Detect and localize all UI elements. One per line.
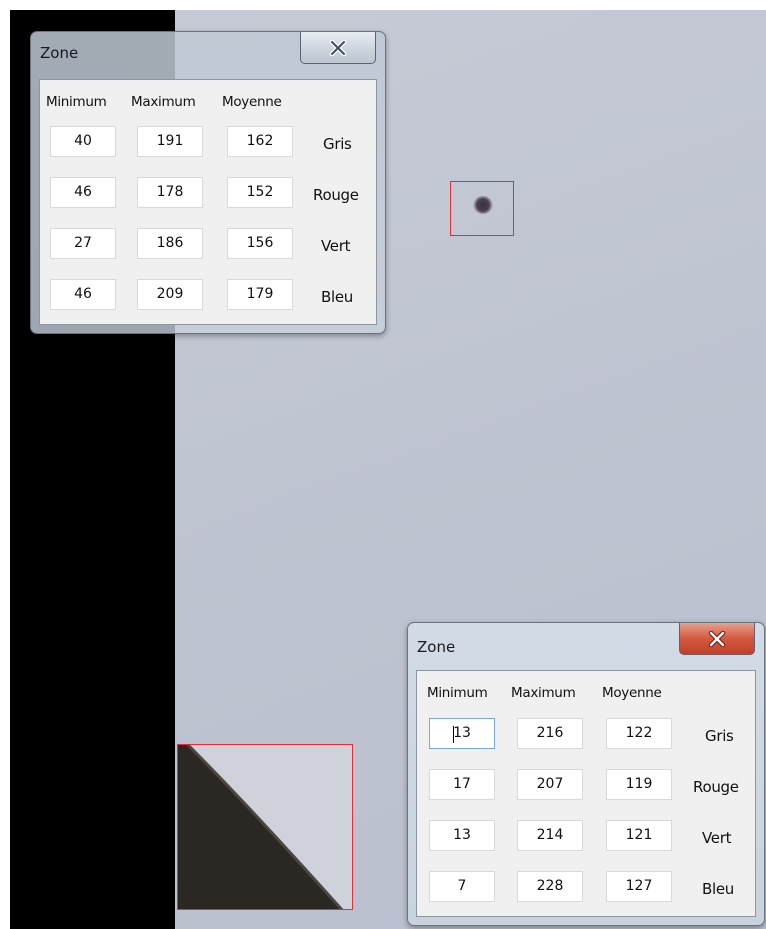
close-button[interactable] xyxy=(679,623,755,655)
max-field-bleu[interactable]: 228 xyxy=(517,871,583,902)
close-button[interactable] xyxy=(300,32,376,64)
header-minimum: Minimum xyxy=(427,685,488,701)
stats-panel: Minimum Maximum Moyenne 40 191 162 Gris … xyxy=(39,79,377,325)
max-field-gris[interactable]: 191 xyxy=(137,126,203,157)
min-field-gris[interactable]: 40 xyxy=(50,126,116,157)
max-field-rouge[interactable]: 178 xyxy=(137,177,203,208)
row-label-vert: Vert xyxy=(702,829,732,847)
avg-field-gris[interactable]: 122 xyxy=(606,718,672,749)
avg-field-bleu[interactable]: 179 xyxy=(227,279,293,310)
min-field-bleu[interactable]: 46 xyxy=(50,279,116,310)
zone-window-1[interactable]: Zone Minimum Maximum Moyenne 40 191 162 … xyxy=(30,31,386,334)
header-maximum: Maximum xyxy=(511,685,576,701)
row-label-bleu: Bleu xyxy=(702,880,734,898)
title-bar[interactable]: Zone xyxy=(408,623,764,667)
window-title: Zone xyxy=(417,638,456,656)
avg-field-bleu[interactable]: 127 xyxy=(606,871,672,902)
avg-field-rouge[interactable]: 119 xyxy=(606,769,672,800)
window-title: Zone xyxy=(40,44,79,62)
avg-field-vert[interactable]: 156 xyxy=(227,228,293,259)
row-label-gris: Gris xyxy=(705,727,734,745)
close-icon xyxy=(708,630,726,647)
min-field-gris[interactable]: 13 xyxy=(429,718,495,749)
min-field-rouge[interactable]: 46 xyxy=(50,177,116,208)
avg-field-gris[interactable]: 162 xyxy=(227,126,293,157)
close-icon xyxy=(329,39,347,56)
selection-zone-speck[interactable] xyxy=(450,181,514,236)
selection-zone-corner[interactable] xyxy=(177,744,353,910)
max-field-vert[interactable]: 186 xyxy=(137,228,203,259)
header-minimum: Minimum xyxy=(46,94,107,110)
avg-field-vert[interactable]: 121 xyxy=(606,820,672,851)
header-moyenne: Moyenne xyxy=(602,685,662,701)
max-field-rouge[interactable]: 207 xyxy=(517,769,583,800)
dust-speck xyxy=(473,196,493,214)
header-moyenne: Moyenne xyxy=(222,94,282,110)
row-label-rouge: Rouge xyxy=(693,778,739,796)
row-label-gris: Gris xyxy=(323,135,352,153)
title-bar[interactable]: Zone xyxy=(31,32,385,76)
max-field-vert[interactable]: 214 xyxy=(517,820,583,851)
row-label-bleu: Bleu xyxy=(321,288,353,306)
max-field-gris[interactable]: 216 xyxy=(517,718,583,749)
row-label-vert: Vert xyxy=(321,237,351,255)
avg-field-rouge[interactable]: 152 xyxy=(227,177,293,208)
row-label-rouge: Rouge xyxy=(313,186,359,204)
text-caret xyxy=(453,726,454,743)
min-field-rouge[interactable]: 17 xyxy=(429,769,495,800)
min-field-bleu[interactable]: 7 xyxy=(429,871,495,902)
max-field-bleu[interactable]: 209 xyxy=(137,279,203,310)
header-maximum: Maximum xyxy=(131,94,196,110)
stats-panel: Minimum Maximum Moyenne 13 216 122 Gris … xyxy=(416,670,756,917)
min-field-vert[interactable]: 13 xyxy=(429,820,495,851)
zone-window-2[interactable]: Zone Minimum Maximum Moyenne 13 216 122 … xyxy=(407,622,765,926)
min-field-vert[interactable]: 27 xyxy=(50,228,116,259)
min-value-gris: 13 xyxy=(453,725,471,741)
dark-corner-shape xyxy=(178,745,344,909)
